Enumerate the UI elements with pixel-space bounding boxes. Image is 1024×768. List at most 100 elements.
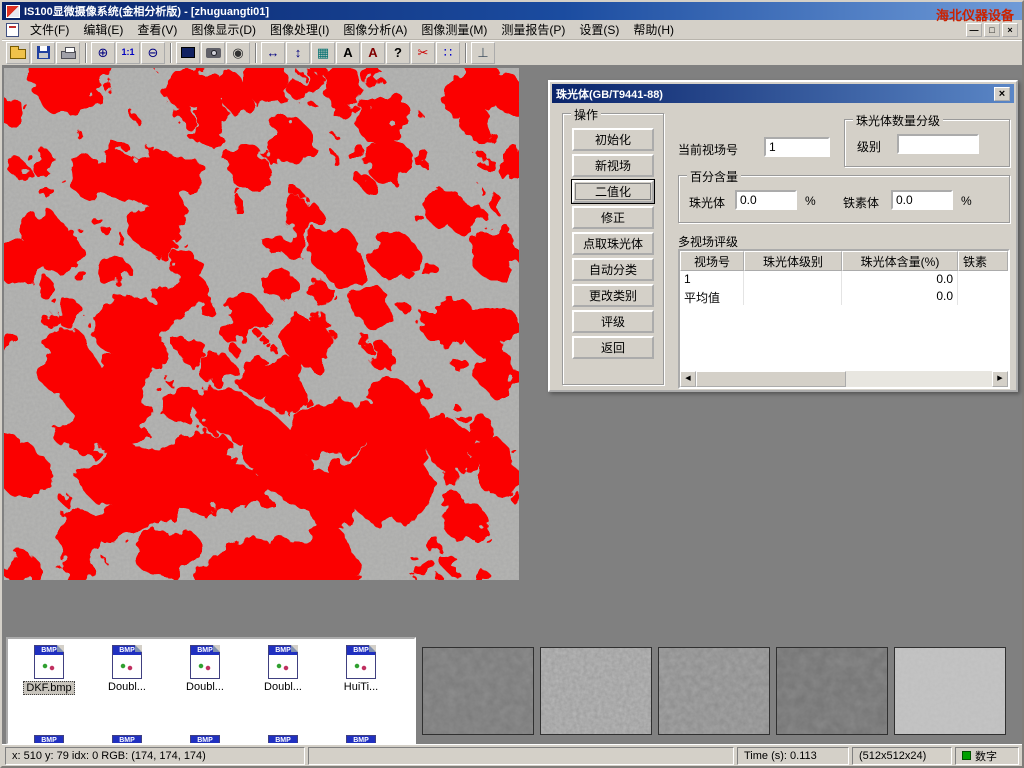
mode-indicator-icon (962, 751, 971, 760)
header-pearlite-content[interactable]: 珠光体含量(%) (842, 251, 958, 271)
cell-field-no: 平均值 (680, 288, 744, 305)
actual-size-icon[interactable]: 1:1 (116, 42, 140, 64)
mdi-window-controls: — □ × (966, 23, 1020, 37)
points-icon[interactable]: ∷ (436, 42, 460, 64)
metallographic-image[interactable] (4, 68, 519, 580)
status-position: x: 510 y: 79 idx: 0 RGB: (174, 174, 174) (5, 747, 305, 765)
app-icon (6, 5, 20, 18)
status-mode: 数字 (955, 747, 1019, 765)
file-item[interactable]: BMP Doubl... (244, 645, 322, 695)
scrollbar-track[interactable] (846, 371, 992, 387)
file-item[interactable]: BMP Doubl... (88, 645, 166, 695)
file-item[interactable]: BMP DKF.bmp (10, 645, 88, 695)
menu-help[interactable]: 帮助(H) (626, 19, 681, 40)
header-pearlite-grade[interactable]: 珠光体级别 (744, 251, 842, 271)
child-document-icon[interactable] (6, 23, 19, 37)
file-name: Doubl... (262, 681, 304, 693)
cell-ferrite (958, 271, 1008, 288)
close-icon[interactable]: × (1002, 23, 1018, 37)
bmp-file-icon: BMP (112, 645, 142, 679)
workspace: 珠光体(GB/T9441-88) × 操作 初始化 新视场 二值化 修正 点取珠… (2, 66, 1022, 634)
video-display-icon[interactable] (176, 42, 200, 64)
operations-legend: 操作 (571, 106, 601, 123)
status-filler (308, 747, 734, 765)
title-bar: IS100显微摄像系统(金相分析版) - [zhuguangti01] 海北仪器… (2, 2, 1022, 20)
pick-pearlite-button[interactable]: 点取珠光体 (572, 232, 654, 255)
help-icon[interactable]: ? (386, 42, 410, 64)
menu-file[interactable]: 文件(F) (23, 19, 76, 40)
grid-measure-icon[interactable]: ▦ (311, 42, 335, 64)
thumbnail-5[interactable] (894, 647, 1006, 735)
menu-view[interactable]: 查看(V) (130, 19, 184, 40)
menu-image-analysis[interactable]: 图像分析(A) (336, 19, 414, 40)
minimize-icon[interactable]: — (966, 23, 982, 37)
pearlite-dialog: 珠光体(GB/T9441-88) × 操作 初始化 新视场 二值化 修正 点取珠… (548, 80, 1018, 392)
scroll-left-icon[interactable]: ◀ (680, 371, 696, 387)
operations-group: 操作 初始化 新视场 二值化 修正 点取珠光体 自动分类 更改类别 评级 返回 (562, 113, 664, 385)
text-annotate-icon[interactable]: A (336, 42, 360, 64)
cell-content: 0.0 (842, 288, 958, 305)
measure-horizontal-icon[interactable]: ↔ (261, 42, 285, 64)
grade-input[interactable] (897, 134, 979, 154)
file-item[interactable]: BMP HuiTi... (322, 645, 400, 695)
scrollbar-thumb[interactable] (696, 371, 846, 387)
menu-settings[interactable]: 设置(S) (572, 19, 626, 40)
thumbnail-1[interactable] (422, 647, 534, 735)
menu-image-process[interactable]: 图像处理(I) (263, 19, 336, 40)
capture-icon[interactable]: ◉ (226, 42, 250, 64)
camera-icon[interactable] (201, 42, 225, 64)
mode-label: 数字 (975, 748, 997, 764)
correct-button[interactable]: 修正 (572, 206, 654, 229)
dialog-close-icon[interactable]: × (994, 87, 1010, 101)
open-icon[interactable] (6, 42, 30, 64)
current-field-label: 当前视场号 (678, 141, 738, 158)
header-field-no[interactable]: 视场号 (680, 251, 744, 271)
thumbnail-3[interactable] (658, 647, 770, 735)
operations-buttons: 初始化 新视场 二值化 修正 点取珠光体 自动分类 更改类别 评级 返回 (563, 128, 663, 359)
menu-bar: 文件(F) 编辑(E) 查看(V) 图像显示(D) 图像处理(I) 图像分析(A… (2, 20, 1022, 40)
return-button[interactable]: 返回 (572, 336, 654, 359)
grade-group: 珠光体数量分级 级别 (844, 119, 1010, 167)
cut-icon[interactable]: ✂ (411, 42, 435, 64)
binarize-button[interactable]: 二值化 (572, 180, 654, 203)
scroll-right-icon[interactable]: ▶ (992, 371, 1008, 387)
table-row[interactable]: 1 0.0 (680, 271, 1008, 288)
change-class-button[interactable]: 更改类别 (572, 284, 654, 307)
new-field-button[interactable]: 新视场 (572, 154, 654, 177)
zoom-out-icon[interactable]: ⊖ (141, 42, 165, 64)
menu-image-display[interactable]: 图像显示(D) (184, 19, 263, 40)
restore-icon[interactable]: □ (984, 23, 1000, 37)
file-item[interactable]: BMP Doubl... (166, 645, 244, 695)
horizontal-scrollbar[interactable]: ◀ ▶ (680, 371, 1008, 387)
auto-classify-button[interactable]: 自动分类 (572, 258, 654, 281)
menu-image-measure[interactable]: 图像测量(M) (414, 19, 494, 40)
ferrite-input[interactable] (891, 190, 953, 210)
zoom-in-icon[interactable]: ⊕ (91, 42, 115, 64)
bottom-panel: BMP DKF.bmp BMP Doubl... BMP Doubl... BM… (2, 634, 1022, 748)
font-icon[interactable]: A (361, 42, 385, 64)
print-icon[interactable] (56, 42, 80, 64)
menu-measure-report[interactable]: 测量报告(P) (494, 19, 572, 40)
percent-group: 百分含量 珠光体 % 铁素体 % (678, 175, 1010, 223)
thumbnail-2[interactable] (540, 647, 652, 735)
table-header-row: 视场号 珠光体级别 珠光体含量(%) 铁素 (680, 251, 1008, 271)
header-ferrite[interactable]: 铁素 (958, 251, 1008, 271)
toolbar-separator (170, 43, 172, 63)
thumbnail-4[interactable] (776, 647, 888, 735)
initialize-button[interactable]: 初始化 (572, 128, 654, 151)
menu-edit[interactable]: 编辑(E) (76, 19, 130, 40)
caliper-icon[interactable]: ⊥ (471, 42, 495, 64)
current-field-input[interactable] (764, 137, 830, 157)
cell-ferrite (958, 288, 1008, 305)
rate-button[interactable]: 评级 (572, 310, 654, 333)
toolbar-separator (465, 43, 467, 63)
status-time: Time (s): 0.113 (737, 747, 849, 765)
pearlite-input[interactable] (735, 190, 797, 210)
measure-vertical-icon[interactable]: ↕ (286, 42, 310, 64)
dialog-title-bar[interactable]: 珠光体(GB/T9441-88) × (552, 84, 1014, 103)
grade-label: 级别 (857, 138, 881, 155)
multifield-table: 视场号 珠光体级别 珠光体含量(%) 铁素 1 0.0 平均值 (678, 249, 1010, 389)
save-icon[interactable] (31, 42, 55, 64)
table-row[interactable]: 平均值 0.0 (680, 288, 1008, 305)
file-row: BMP DKF.bmp BMP Doubl... BMP Doubl... BM… (10, 645, 400, 695)
